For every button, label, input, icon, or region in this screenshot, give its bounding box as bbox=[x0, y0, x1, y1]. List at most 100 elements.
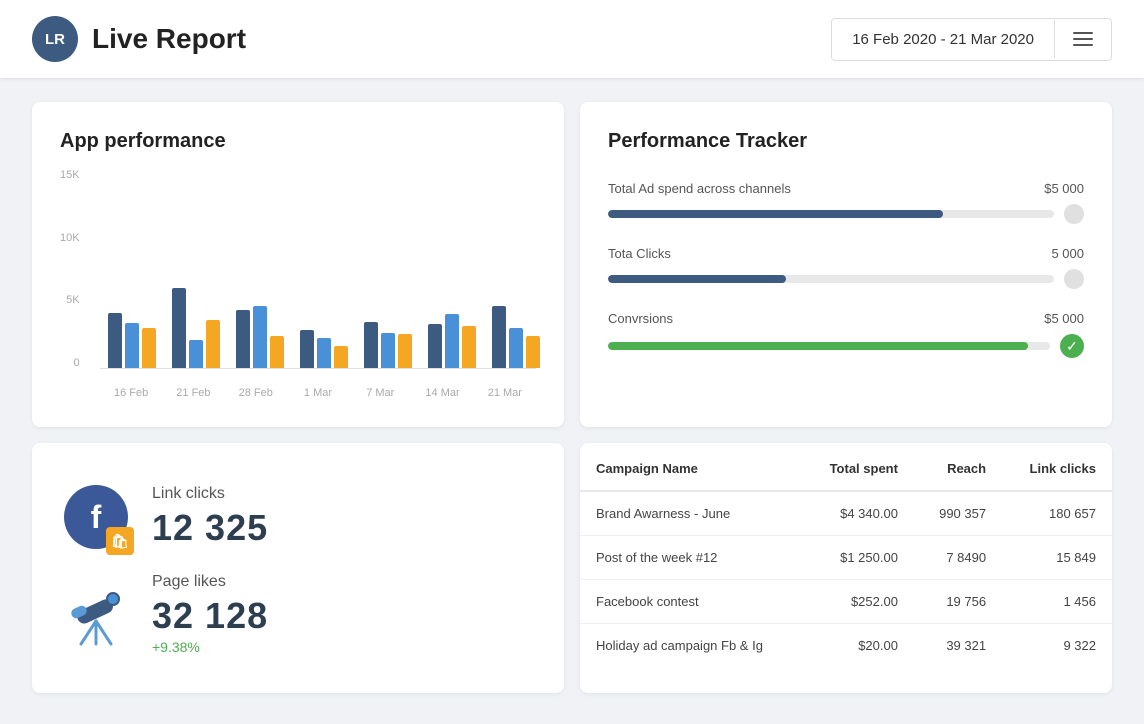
header-controls: 16 Feb 2020 - 21 Mar 2020 bbox=[831, 18, 1112, 61]
progress-fill-0 bbox=[608, 210, 943, 218]
table-cell-2-reach: 19 756 bbox=[914, 580, 1002, 624]
chart-x-labels: 16 Feb21 Feb28 Feb1 Mar7 Mar14 Mar21 Mar bbox=[100, 387, 536, 399]
y-label-3: 0 bbox=[73, 357, 79, 369]
bar-6-2 bbox=[526, 336, 540, 368]
progress-fill-2 bbox=[608, 342, 1028, 350]
social-row-links: f 🛍 Link clicks 12 325 bbox=[60, 471, 536, 563]
facebook-icon: f 🛍 bbox=[64, 485, 128, 549]
bar-6-0 bbox=[492, 306, 506, 368]
table-cell-2-spent: $252.00 bbox=[802, 580, 914, 624]
table-cell-0-reach: 990 357 bbox=[914, 491, 1002, 536]
y-label-0: 15K bbox=[60, 169, 80, 181]
bar-6-1 bbox=[509, 328, 523, 368]
tracker-row-1: Tota Clicks 5 000 bbox=[608, 246, 1084, 289]
table-cell-0-spent: $4 340.00 bbox=[802, 491, 914, 536]
progress-bg-2 bbox=[608, 342, 1050, 350]
table-cell-1-clicks: 15 849 bbox=[1002, 536, 1112, 580]
telescope-icon-wrap bbox=[60, 578, 132, 650]
x-label-4: 7 Mar bbox=[349, 387, 411, 399]
social-row-likes: Page likes 32 128 +9.38% bbox=[60, 563, 536, 665]
shopping-bag-icon: 🛍 bbox=[106, 527, 134, 555]
x-label-2: 28 Feb bbox=[225, 387, 287, 399]
check-icon-2: ✓ bbox=[1060, 334, 1084, 358]
telescope-icon bbox=[61, 579, 131, 649]
header-left: LR Live Report bbox=[32, 16, 246, 62]
tracker-label-0: Total Ad spend across channels bbox=[608, 181, 791, 196]
date-range[interactable]: 16 Feb 2020 - 21 Mar 2020 bbox=[832, 19, 1054, 60]
chart-y-labels: 15K 10K 5K 0 bbox=[60, 169, 86, 369]
x-label-0: 16 Feb bbox=[100, 387, 162, 399]
page-likes-value: 32 128 bbox=[152, 595, 268, 637]
tracker-label-2: Convrsions bbox=[608, 311, 673, 326]
table-row-3: Holiday ad campaign Fb & Ig$20.0039 3219… bbox=[580, 624, 1112, 668]
chart-group-0 bbox=[100, 313, 164, 368]
menu-button[interactable] bbox=[1054, 20, 1111, 58]
app-performance-chart: 15K 10K 5K 0 16 Feb21 Feb28 Feb1 Mar7 Mar14… bbox=[60, 169, 536, 399]
bar-2-2 bbox=[270, 336, 284, 368]
progress-bg-1 bbox=[608, 275, 1054, 283]
table-row-1: Post of the week #12$1 250.007 849015 84… bbox=[580, 536, 1112, 580]
y-label-1: 10K bbox=[60, 232, 80, 244]
social-card: f 🛍 Link clicks 12 325 bbox=[32, 443, 564, 693]
page-likes-info: Page likes 32 128 +9.38% bbox=[152, 573, 268, 655]
bar-3-0 bbox=[300, 330, 314, 368]
link-clicks-label: Link clicks bbox=[152, 485, 268, 503]
chart-group-3 bbox=[292, 330, 356, 368]
x-label-1: 21 Feb bbox=[162, 387, 224, 399]
app-performance-title: App performance bbox=[60, 130, 536, 153]
campaign-header-0: Campaign Name bbox=[580, 443, 802, 491]
bar-2-0 bbox=[236, 310, 250, 368]
chart-bars bbox=[100, 169, 536, 369]
bar-0-2 bbox=[142, 328, 156, 368]
bar-0-1 bbox=[125, 323, 139, 368]
bar-1-0 bbox=[172, 288, 186, 368]
page-title: Live Report bbox=[92, 23, 246, 55]
tracker-value-1: 5 000 bbox=[1051, 246, 1084, 261]
main-grid: Performance Tracker Total Ad spend acros… bbox=[0, 78, 1144, 717]
hamburger-icon bbox=[1073, 32, 1093, 46]
table-cell-0-name: Brand Awarness - June bbox=[580, 491, 802, 536]
y-label-2: 5K bbox=[66, 294, 79, 306]
performance-tracker-title: Performance Tracker bbox=[608, 130, 1084, 153]
table-cell-2-clicks: 1 456 bbox=[1002, 580, 1112, 624]
tracker-row-0: Total Ad spend across channels $5 000 bbox=[608, 181, 1084, 224]
tracker-value-0: $5 000 bbox=[1044, 181, 1084, 196]
progress-wrap-1 bbox=[608, 269, 1084, 289]
bar-0-0 bbox=[108, 313, 122, 368]
tracker-row-2: Convrsions $5 000 ✓ bbox=[608, 311, 1084, 358]
table-cell-0-clicks: 180 657 bbox=[1002, 491, 1112, 536]
table-cell-3-name: Holiday ad campaign Fb & Ig bbox=[580, 624, 802, 668]
bar-3-1 bbox=[317, 338, 331, 368]
campaign-table-card: Campaign NameTotal spentReachLink clicks… bbox=[580, 443, 1112, 693]
progress-circle-0 bbox=[1064, 204, 1084, 224]
app-performance-card: App performance 15K 10K 5K 0 16 Feb21 Feb28… bbox=[32, 102, 564, 427]
progress-wrap-0 bbox=[608, 204, 1084, 224]
progress-bg-0 bbox=[608, 210, 1054, 218]
progress-fill-1 bbox=[608, 275, 786, 283]
table-row-0: Brand Awarness - June$4 340.00990 357180… bbox=[580, 491, 1112, 536]
bar-2-1 bbox=[253, 306, 267, 368]
table-row-2: Facebook contest$252.0019 7561 456 bbox=[580, 580, 1112, 624]
progress-wrap-2: ✓ bbox=[608, 334, 1084, 358]
bar-5-1 bbox=[445, 314, 459, 368]
tracker-rows: Total Ad spend across channels $5 000 To… bbox=[608, 181, 1084, 358]
table-cell-3-clicks: 9 322 bbox=[1002, 624, 1112, 668]
bar-5-0 bbox=[428, 324, 442, 368]
bar-1-1 bbox=[189, 340, 203, 368]
x-label-6: 21 Mar bbox=[474, 387, 536, 399]
campaign-header-1: Total spent bbox=[802, 443, 914, 491]
bar-4-2 bbox=[398, 334, 412, 368]
page-likes-change: +9.38% bbox=[152, 639, 268, 655]
facebook-icon-wrap: f 🛍 bbox=[60, 481, 132, 553]
table-cell-1-reach: 7 8490 bbox=[914, 536, 1002, 580]
page-likes-label: Page likes bbox=[152, 573, 268, 591]
chart-group-5 bbox=[420, 314, 484, 368]
bar-3-2 bbox=[334, 346, 348, 368]
campaign-table: Campaign NameTotal spentReachLink clicks… bbox=[580, 443, 1112, 667]
x-label-3: 1 Mar bbox=[287, 387, 349, 399]
table-cell-2-name: Facebook contest bbox=[580, 580, 802, 624]
table-cell-3-spent: $20.00 bbox=[802, 624, 914, 668]
link-clicks-info: Link clicks 12 325 bbox=[152, 485, 268, 549]
link-clicks-value: 12 325 bbox=[152, 507, 268, 549]
bar-4-1 bbox=[381, 333, 395, 368]
